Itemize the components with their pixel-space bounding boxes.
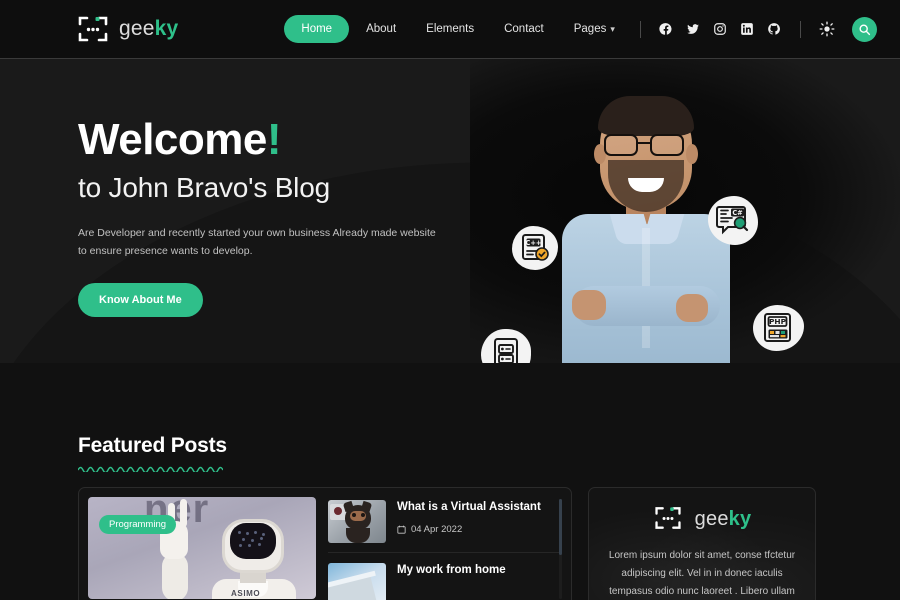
featured-post-list: What is a Virtual Assistant 04 Apr 2022 (328, 497, 562, 600)
about-widget-logo-text: geeky (695, 508, 752, 531)
facebook-icon[interactable] (653, 16, 680, 43)
svg-text:PHP: PHP (768, 317, 786, 326)
about-widget-text: Lorem ipsum dolor sit amet, conse tfctet… (608, 550, 796, 597)
nav-label-contact: Contact (504, 23, 544, 35)
cpp-badge: C++ (512, 226, 558, 270)
nav-item-contact[interactable]: Contact (491, 16, 557, 42)
site-header: geeky Home About Elements Contact Pages ▾ (0, 0, 900, 59)
nav-item-home[interactable]: Home (284, 15, 350, 43)
header-divider-left (639, 20, 641, 38)
featured-post-thumbnail: ner ASIMO Programming (88, 497, 316, 599)
post-category-tag[interactable]: Programming (99, 515, 177, 534)
post-thumbnail (328, 563, 386, 600)
nav-label-about: About (366, 23, 397, 35)
header-actions (628, 15, 877, 43)
nav-item-about[interactable]: About (353, 16, 409, 42)
hero-description: Are Developer and recently started your … (78, 226, 436, 258)
svg-text:C++: C++ (526, 239, 542, 247)
list-item[interactable]: What is a Virtual Assistant 04 Apr 2022 (328, 497, 562, 552)
glasses-icon (604, 134, 688, 156)
github-icon[interactable] (761, 16, 788, 43)
csharp-badge: C# (708, 196, 758, 245)
nav-label-elements: Elements (426, 23, 475, 35)
nav-item-pages[interactable]: Pages ▾ (561, 16, 628, 42)
chevron-down-icon: ▾ (610, 24, 615, 34)
site-logo[interactable]: geeky (76, 16, 178, 42)
code-brackets-icon (76, 16, 110, 42)
nav-label-pages: Pages (573, 23, 607, 35)
nav-label-home: Home (301, 23, 333, 35)
about-logo-part2: ky (728, 507, 752, 530)
know-about-me-button[interactable]: Know About Me (78, 282, 203, 317)
hero-title-text: Welcome (78, 115, 267, 164)
page-title: Featured Posts (78, 434, 227, 457)
logo-text-part1: gee (119, 17, 155, 40)
hero-title-exclamation: ! (266, 115, 282, 164)
page-root: geeky Home About Elements Contact Pages ▾ (0, 0, 900, 600)
post-date: 04 Apr 2022 (411, 523, 463, 535)
hero-copy: Welcome! to John Bravo's Blog Are Develo… (78, 115, 478, 317)
nav-item-elements[interactable]: Elements (413, 16, 487, 42)
database-badge (481, 329, 531, 363)
featured-post-card[interactable]: ner ASIMO Programming What is a Virtual … (78, 487, 572, 600)
sun-icon[interactable] (813, 15, 841, 43)
logo-text-part2: ky (154, 17, 179, 40)
post-meta: 04 Apr 2022 (397, 524, 541, 535)
twitter-icon[interactable] (680, 16, 707, 43)
main-navigation: Home About Elements Contact Pages ▾ (284, 15, 627, 43)
hero-title: Welcome! (78, 115, 478, 164)
linkedin-icon[interactable] (734, 16, 761, 43)
site-logo-text: geeky (119, 17, 178, 41)
hero-section: Welcome! to John Bravo's Blog Are Develo… (0, 59, 900, 363)
wave-underline-icon (78, 466, 223, 472)
section-header: Featured Posts (78, 434, 227, 472)
featured-cards-row: ner ASIMO Programming What is a Virtual … (78, 487, 816, 600)
header-divider-right (799, 20, 801, 38)
post-title: My work from home (397, 564, 506, 576)
post-title: What is a Virtual Assistant (397, 501, 541, 513)
hero-portrait-image (556, 96, 736, 363)
about-widget-logo: geeky (653, 506, 752, 532)
svg-text:C#: C# (732, 209, 743, 217)
calendar-icon (397, 525, 406, 534)
search-icon[interactable] (851, 16, 877, 42)
about-widget-card: geeky Lorem ipsum dolor sit amet, conse … (588, 487, 816, 600)
about-logo-part1: gee (694, 507, 729, 530)
list-item[interactable]: My work from home (328, 552, 562, 600)
hero-subtitle: to John Bravo's Blog (78, 171, 330, 203)
post-thumbnail (328, 500, 386, 543)
featured-posts-section: Featured Posts ner ASIMO Programming Wha… (0, 363, 900, 600)
code-brackets-icon (653, 506, 687, 532)
php-badge: PHP (753, 305, 804, 351)
post-list-scrollbar[interactable] (559, 499, 562, 599)
robot-label: ASIMO (231, 589, 261, 598)
instagram-icon[interactable] (707, 16, 734, 43)
